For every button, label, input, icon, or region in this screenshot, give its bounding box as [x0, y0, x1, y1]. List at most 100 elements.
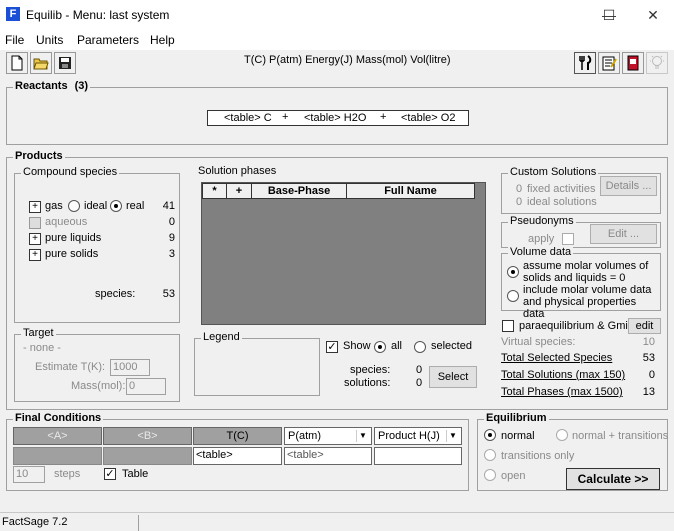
volume-include-label-line1: include molar volume data [523, 284, 652, 296]
status-divider [138, 515, 139, 531]
steps-input[interactable]: 10 [13, 466, 45, 483]
col-header-plus[interactable]: + [226, 183, 252, 199]
select-button[interactable]: Select [429, 366, 477, 388]
fork-knife-icon [579, 55, 592, 70]
temperature-input[interactable]: <table> [193, 447, 282, 465]
legend-solutions-value: 0 [416, 377, 423, 389]
status-text: FactSage 7.2 [2, 516, 68, 528]
virtual-species-value: 10 [642, 336, 655, 348]
volume-include-label-line2: and physical properties data [523, 296, 637, 320]
col-b-input [103, 447, 192, 465]
pressure-dropdown[interactable]: P(atm) ▼ [284, 427, 372, 445]
menu-units[interactable]: Units [36, 33, 63, 47]
target-value: - none - [23, 342, 61, 354]
paraequilibrium-edit-button[interactable]: edit [628, 318, 661, 334]
menu-file[interactable]: File [5, 33, 24, 47]
chevron-down-icon: ▼ [446, 430, 459, 442]
window-title: Equilib - Menu: last system [26, 8, 170, 22]
close-button[interactable]: ✕ [630, 0, 674, 30]
volume-zero-label-line2: solids and liquids = 0 [523, 272, 626, 284]
mass-input[interactable]: 0 [126, 378, 166, 395]
menu-window-button[interactable] [574, 52, 596, 74]
reactant-item: <table> C [224, 112, 272, 124]
species-total-label: species: [95, 288, 136, 300]
legend-solutions-label: solutions: [344, 377, 391, 389]
show-checkbox[interactable]: ✓ [326, 341, 338, 353]
total-solutions-link[interactable]: Total Solutions (max 150) [501, 369, 625, 381]
aqueous-checkbox[interactable] [29, 217, 41, 229]
menu-parameters[interactable]: Parameters [77, 33, 139, 47]
estimate-t-input[interactable]: 1000 [110, 359, 150, 376]
final-conditions-title: Final Conditions [13, 412, 104, 424]
table-checkbox[interactable]: ✓ [104, 468, 116, 480]
title-bar: F Equilib - Menu: last system — [0, 0, 674, 30]
compound-species-group: Compound species + gas ideal real 41 aqu… [14, 166, 180, 323]
pure-solids-expand-checkbox[interactable]: + [29, 249, 41, 261]
equilibrium-transitions-only-label: transitions only [501, 450, 575, 462]
new-file-icon [11, 55, 23, 71]
reactant-item: <table> O2 [401, 112, 456, 124]
gas-ideal-radio[interactable] [68, 200, 80, 212]
help-button[interactable] [646, 52, 668, 74]
maximize-button[interactable]: ☐ [586, 0, 632, 30]
chevron-down-icon: ▼ [356, 430, 369, 442]
show-selected-radio[interactable] [414, 341, 426, 353]
pure-liquids-label: pure liquids [45, 232, 102, 244]
pseudonyms-title: Pseudonyms [508, 215, 576, 227]
show-selected-label: selected [431, 340, 472, 352]
pressure-input[interactable]: <table> [284, 447, 372, 465]
gas-real-radio[interactable] [110, 200, 122, 212]
results-window-button[interactable] [598, 52, 620, 74]
col-header-base-phase[interactable]: Base-Phase [251, 183, 347, 199]
reactant-item: <table> H2O [304, 112, 367, 124]
virtual-species-label: Virtual species: [501, 336, 576, 348]
product-h-input[interactable] [374, 447, 462, 465]
save-button[interactable] [54, 52, 76, 74]
solution-phases-table[interactable]: * + Base-Phase Full Name [201, 182, 486, 325]
aqueous-count: 0 [168, 216, 175, 228]
menu-bar: File Units Parameters Help [0, 30, 674, 50]
compound-species-title: Compound species [21, 166, 120, 178]
target-title: Target [21, 327, 56, 339]
details-button[interactable]: Details ... [600, 176, 657, 196]
equilibrium-normal-transitions-radio[interactable] [556, 429, 568, 441]
new-file-button[interactable] [6, 52, 28, 74]
show-all-radio[interactable] [374, 341, 386, 353]
col-header-star[interactable]: * [202, 183, 227, 199]
total-phases-link[interactable]: Total Phases (max 1500) [501, 386, 623, 398]
mass-label: Mass(mol): [71, 380, 126, 392]
gas-real-label: real [126, 200, 145, 212]
product-h-dropdown[interactable]: Product H(J) ▼ [374, 427, 462, 445]
volume-include-radio[interactable] [507, 290, 519, 302]
paraequilibrium-checkbox[interactable] [502, 320, 514, 332]
total-selected-species-link[interactable]: Total Selected Species [501, 352, 612, 364]
pseudonyms-group: Pseudonyms apply Edit ... [501, 215, 661, 248]
steps-label: steps [54, 468, 81, 480]
equilibrium-transitions-only-radio[interactable] [484, 449, 496, 461]
pure-solids-count: 3 [168, 248, 175, 260]
volume-zero-radio[interactable] [507, 266, 519, 278]
ideal-solutions-label: ideal solutions [527, 196, 597, 208]
reactant-separator: + [380, 111, 387, 123]
calculate-button[interactable]: Calculate >> [566, 468, 660, 490]
equilibrium-open-radio[interactable] [484, 469, 496, 481]
factsage-app-icon: F [6, 7, 20, 21]
gas-expand-checkbox[interactable]: + [29, 201, 41, 213]
paraequilibrium-label: paraequilibrium & Gmin [519, 320, 634, 332]
menu-help[interactable]: Help [150, 33, 175, 47]
pure-liquids-expand-checkbox[interactable]: + [29, 233, 41, 245]
pseudonyms-apply-label: apply [528, 233, 555, 245]
show-all-label: all [391, 340, 403, 352]
legend-group: Legend [194, 331, 320, 396]
products-title: Products [13, 150, 65, 162]
col-header-full-name[interactable]: Full Name [346, 183, 475, 199]
legend-title: Legend [201, 331, 242, 343]
target-group: Target - none - Estimate T(K): 1000 Mass… [14, 327, 180, 402]
equilibrium-normal-radio[interactable] [484, 429, 496, 441]
pseudonyms-apply-checkbox[interactable] [562, 233, 574, 245]
reactants-field[interactable]: <table> C + <table> H2O + <table> O2 [207, 110, 469, 126]
pseudonyms-edit-button[interactable]: Edit ... [590, 224, 657, 244]
custom-solutions-group: Custom Solutions 0 fixed activities 0 id… [501, 166, 661, 214]
exit-button[interactable] [622, 52, 644, 74]
open-file-button[interactable] [30, 52, 52, 74]
